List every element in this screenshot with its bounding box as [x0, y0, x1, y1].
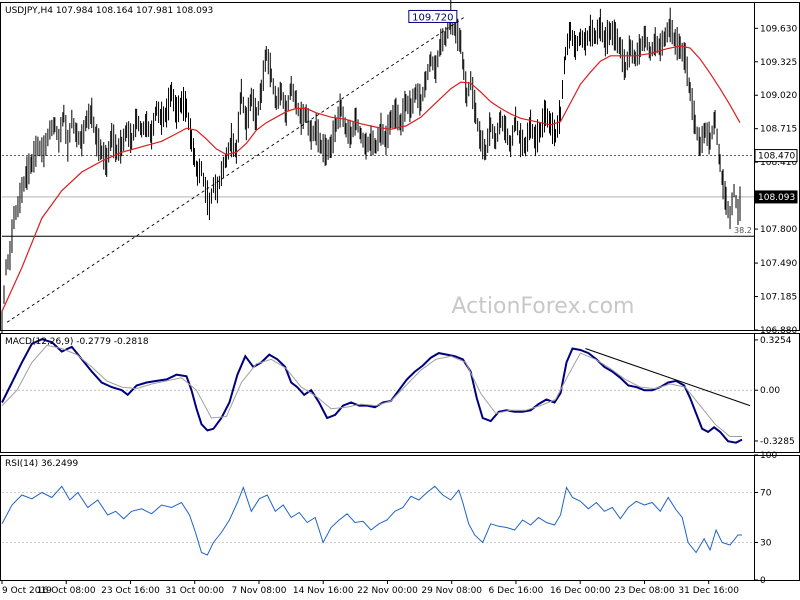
price-axis-box-label: 108.470 — [758, 152, 795, 162]
x-tick-label: 16 Oct 08:00 — [37, 586, 96, 596]
price-axis-box-label: 108.093 — [758, 193, 795, 203]
rsi-y-tick-label: 0 — [760, 576, 766, 586]
price-y-tick-label: 109.020 — [760, 91, 797, 101]
x-tick-label: 22 Nov 00:00 — [357, 586, 418, 596]
chart: ActionForex.com 109.630 109.325 109.020 108… — [0, 0, 800, 596]
chart-header: USDJPY,H4 107.984 108.164 107.981 108.09… — [5, 6, 213, 16]
x-tick-label: 6 Dec 16:00 — [489, 586, 544, 596]
fib-level-label: 38.2 — [734, 226, 752, 235]
x-tick-label: 14 Nov 16:00 — [293, 586, 354, 596]
macd-panel-frame — [0, 333, 800, 453]
macd-line — [1, 338, 743, 444]
x-tick-label: 23 Dec 08:00 — [614, 586, 675, 596]
rsi-y-tick-label: 100 — [760, 451, 777, 461]
macd-y-tick-label: 0.3254 — [760, 336, 792, 346]
price-y-tick-label: 107.490 — [760, 259, 797, 269]
price-y-tick-label: 106.880 — [760, 326, 797, 336]
watermark: ActionForex.com — [452, 294, 635, 319]
price-y-tick-label: 107.185 — [760, 293, 797, 303]
macd-signal-line — [1, 344, 742, 437]
x-tick-label: 29 Nov 08:00 — [421, 586, 482, 596]
price-y-tick-label: 108.715 — [760, 125, 797, 135]
x-tick-label: 23 Oct 16:00 — [101, 586, 160, 596]
x-tick-label: 31 Dec 16:00 — [678, 586, 739, 596]
macd-trendline — [585, 348, 751, 407]
x-tick-label: 31 Oct 00:00 — [165, 586, 224, 596]
x-tick-label: 7 Nov 08:00 — [232, 586, 287, 596]
rsi-panel-frame — [0, 455, 800, 581]
macd-y-tick-label: 0.00 — [760, 386, 780, 396]
x-tick-label: 16 Dec 00:00 — [550, 586, 611, 596]
macd-y-tick-label: -0.3285 — [760, 437, 795, 447]
rsi-header: RSI(14) 36.2499 — [5, 459, 78, 469]
macd-header: MACD(12,26,9) -0.2779 -0.2818 — [5, 337, 149, 347]
price-y-tick-label: 107.800 — [760, 225, 797, 235]
price-y-tick-label: 109.630 — [760, 24, 797, 34]
price-y-tick-label: 109.325 — [760, 58, 797, 68]
rsi-line — [1, 485, 742, 556]
moving-average-line — [1, 45, 741, 312]
rsi-y-tick-label: 70 — [760, 489, 772, 499]
price-trendline — [6, 15, 466, 323]
rsi-y-tick-label: 30 — [760, 539, 772, 549]
high-annotation-label: 109.720 — [412, 12, 453, 23]
